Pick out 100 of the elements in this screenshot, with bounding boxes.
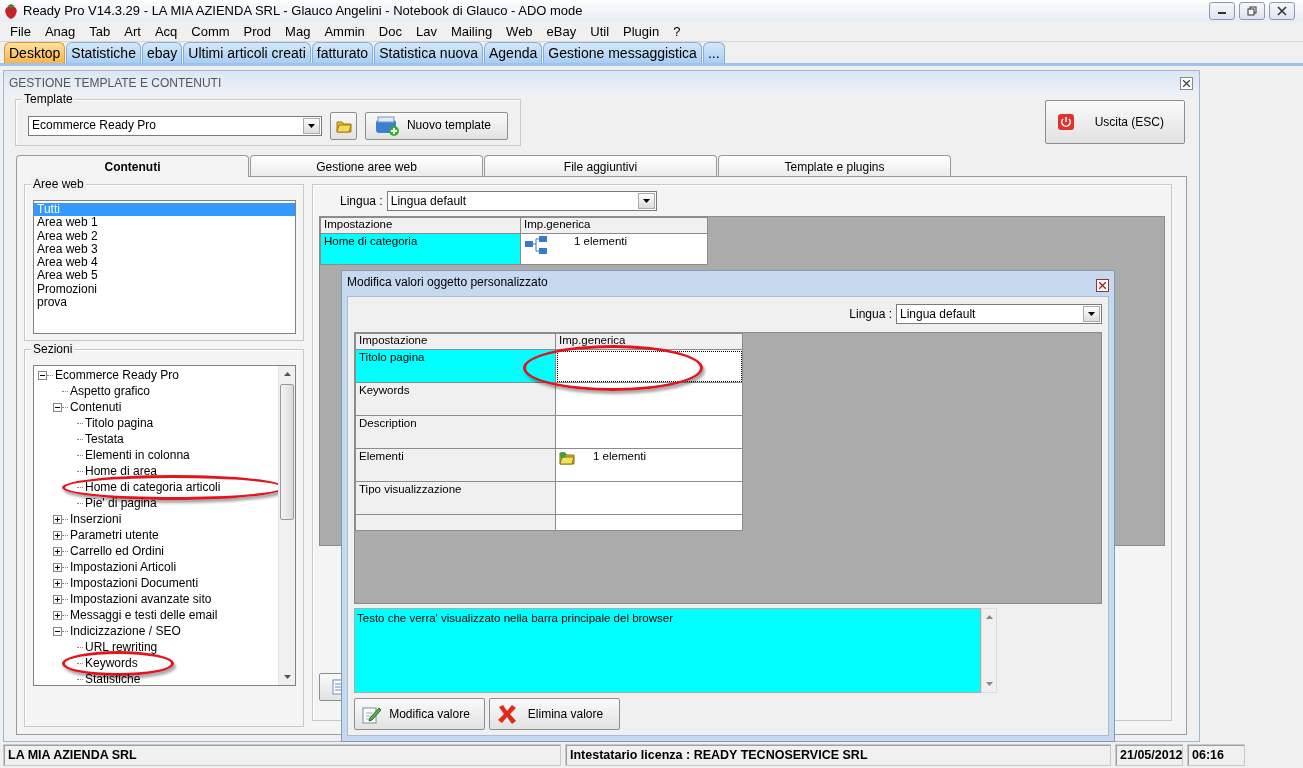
close-button[interactable] <box>1269 2 1295 20</box>
tab[interactable]: Ultimi articoli creati <box>183 42 311 63</box>
tree-item[interactable]: Messaggi e testi delle email <box>69 607 219 623</box>
scrollbar[interactable] <box>981 608 997 693</box>
table-cell[interactable] <box>555 415 743 449</box>
tab[interactable]: fatturato <box>311 42 374 63</box>
menu-item[interactable]: Plugin <box>616 22 667 41</box>
tree-item[interactable]: Impostazioni Articoli <box>69 559 178 575</box>
edit-button[interactable]: Modifica valore <box>354 698 485 730</box>
menu-item[interactable]: Prod <box>236 22 279 41</box>
menu-item[interactable]: Anag <box>37 22 83 41</box>
list-item[interactable]: Promozioni <box>34 282 295 297</box>
list-item[interactable]: Area web 5 <box>34 269 295 283</box>
menu-item[interactable]: File <box>3 22 38 41</box>
close-button[interactable] <box>1096 279 1109 292</box>
panel-title: GESTIONE TEMPLATE E CONTENUTI <box>9 75 222 91</box>
table-cell[interactable]: Description <box>355 415 556 449</box>
strawberry-icon <box>3 3 19 19</box>
list-item[interactable]: Area web 1 <box>34 216 295 230</box>
tree-item[interactable]: Impostazioni avanzate sito <box>69 591 213 607</box>
close-button[interactable] <box>1180 76 1193 90</box>
exit-button[interactable]: Uscita (ESC) <box>1045 100 1185 144</box>
folder-icon <box>335 118 352 133</box>
tab[interactable]: Contenuti <box>16 155 249 177</box>
table-cell[interactable]: Titolo pagina <box>355 349 556 383</box>
menu-item[interactable]: Doc <box>371 22 409 41</box>
hierarchy-icon <box>524 235 548 255</box>
table-cell[interactable] <box>555 382 743 416</box>
tree-item[interactable]: Keywords <box>84 655 139 671</box>
minimize-button[interactable] <box>1209 2 1235 20</box>
menu-item[interactable]: Util <box>583 22 617 41</box>
tree-item[interactable]: Pie' di pagina <box>84 495 158 511</box>
menu-item[interactable]: Mailing <box>443 22 500 41</box>
tree-item[interactable]: Indicizzazione / SEO <box>69 623 182 639</box>
tab[interactable]: Template e plugins <box>718 155 951 176</box>
tree-item[interactable]: Contenuti <box>69 399 123 415</box>
tab[interactable]: Gestione messaggistica <box>543 42 702 63</box>
table-cell[interactable]: Elementi <box>355 448 556 482</box>
menu-item[interactable]: Acq <box>147 22 185 41</box>
tab[interactable]: File aggiuntivi <box>484 155 717 176</box>
tree-item[interactable]: Testata <box>84 431 125 447</box>
restore-button[interactable] <box>1239 2 1265 20</box>
tab[interactable]: ebay <box>141 42 183 63</box>
tree-item[interactable]: Elementi in colonna <box>84 447 191 463</box>
table-cell[interactable] <box>555 481 743 515</box>
table-cell[interactable]: Keywords <box>355 382 556 416</box>
new-template-button[interactable]: Nuovo template <box>365 111 508 140</box>
tree-item[interactable]: Impostazioni Documenti <box>69 575 200 591</box>
tree-item[interactable]: Ecommerce Ready Pro <box>54 367 181 383</box>
tree-item[interactable]: Aspetto grafico <box>69 383 152 399</box>
tab[interactable]: Desktop <box>4 42 66 63</box>
table-cell[interactable]: Home di categoria <box>320 233 521 265</box>
tab[interactable]: Agenda <box>484 42 543 63</box>
tab[interactable]: Gestione aree web <box>250 155 483 176</box>
menu-item[interactable]: Comm <box>184 22 237 41</box>
folder-button[interactable] <box>330 111 357 140</box>
scrollbar[interactable] <box>278 366 295 685</box>
menu-item[interactable]: Ammin <box>317 22 372 41</box>
table-cell[interactable] <box>555 349 743 383</box>
cross-icon <box>496 703 518 725</box>
menu-item[interactable]: Web <box>499 22 540 41</box>
folder-icon <box>559 450 575 466</box>
list-item[interactable]: Area web 3 <box>34 242 295 257</box>
tab[interactable]: Statistica nuova <box>374 42 483 63</box>
delete-button[interactable]: Elimina valore <box>489 698 620 730</box>
menu-item[interactable]: eBay <box>539 22 584 41</box>
restore-icon <box>1247 6 1257 16</box>
list-item[interactable]: Area web 2 <box>34 229 295 243</box>
menu-item[interactable]: Art <box>117 22 148 41</box>
language-dropdown[interactable]: Lingua default <box>896 304 1102 324</box>
dropdown-button[interactable] <box>1083 306 1100 322</box>
list-item[interactable]: Area web 4 <box>34 256 295 270</box>
tree-item[interactable]: Carrello ed Ordini <box>69 543 166 559</box>
tree-item[interactable]: Home di categoria articoli <box>84 479 222 495</box>
column-header: Imp.generica <box>555 333 743 350</box>
field-label: Lingua : <box>340 193 383 209</box>
language-dropdown[interactable]: Lingua default <box>386 191 657 211</box>
tree-item[interactable]: Home di area <box>84 463 159 479</box>
tree-item[interactable]: Parametri utente <box>69 527 160 543</box>
group-label: Template <box>22 92 75 107</box>
box-plus-icon <box>374 114 400 137</box>
window-title: Ready Pro V14.3.29 - LA MIA AZIENDA SRL - Glauco Angelini - Notebook di Glauco - ADO mode <box>23 3 583 19</box>
dropdown-button[interactable] <box>303 117 320 134</box>
tree-item[interactable]: Titolo pagina <box>84 415 155 431</box>
menu-item[interactable]: ? <box>666 22 688 41</box>
menu-item[interactable]: Mag <box>278 22 318 41</box>
column-header: Impostazione <box>320 217 521 234</box>
caret-icon <box>1088 312 1095 316</box>
list-item[interactable]: prova <box>34 296 295 310</box>
caret-icon <box>642 199 650 203</box>
dropdown-button[interactable] <box>637 193 655 209</box>
template-dropdown[interactable]: Ecommerce Ready Pro <box>28 115 322 136</box>
tree-item[interactable]: URL rewriting <box>84 639 159 655</box>
table-cell[interactable]: Tipo visualizzazione <box>355 481 556 515</box>
tree-item[interactable]: Statistiche <box>84 671 142 685</box>
tab[interactable]: Statistiche <box>66 42 141 63</box>
menu-item[interactable]: Lav <box>408 22 444 41</box>
tree-item[interactable]: Inserzioni <box>69 511 123 527</box>
tab[interactable]: ... <box>702 42 725 63</box>
menu-item[interactable]: Tab <box>82 22 118 41</box>
